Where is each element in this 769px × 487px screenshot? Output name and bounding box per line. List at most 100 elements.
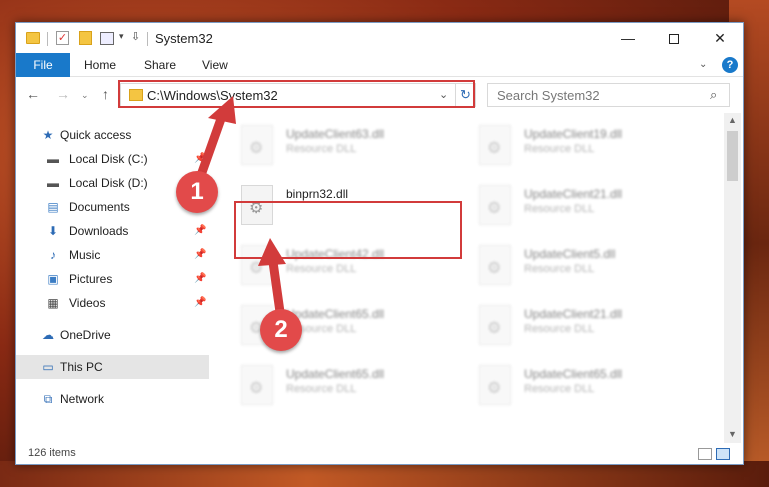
file-item[interactable]: ⚙ UpdateClient5.dll Resource DLL — [479, 241, 709, 297]
sidebar-item-local-disk-c[interactable]: ▬ Local Disk (C:) 📌 — [16, 147, 209, 171]
search-input[interactable]: Search System32 — [497, 88, 600, 103]
sidebar-item-label: Local Disk (D:) — [69, 176, 148, 190]
sidebar-item-label: This PC — [60, 360, 103, 374]
pin-icon: 📌 — [194, 249, 207, 260]
pin-icon: 📌 — [194, 225, 207, 236]
file-item[interactable]: ⚙ UpdateClient63.dll Resource DLL — [241, 121, 471, 177]
properties-icon[interactable] — [100, 32, 114, 45]
recent-locations-button[interactable]: ⌄ — [81, 90, 89, 101]
properties-check-icon[interactable]: ✓ — [56, 31, 69, 45]
file-item[interactable]: ⚙ UpdateClient65.dll Resource DLL — [479, 361, 709, 417]
sidebar-item-this-pc[interactable]: ▭ This PC — [16, 355, 209, 379]
pin-icon: 📌 — [194, 297, 207, 308]
computer-icon: ▭ — [42, 360, 54, 374]
file-item[interactable]: ⚙ UpdateClient21.dll Resource DLL — [479, 181, 709, 237]
sidebar-item-label: Quick access — [60, 128, 132, 142]
file-name: UpdateClient5.dll — [524, 247, 616, 261]
scroll-thumb[interactable] — [727, 131, 738, 181]
chevron-down-icon[interactable]: ▾ — [119, 31, 124, 47]
dll-file-icon: ⚙ — [479, 305, 511, 345]
back-button[interactable]: ← — [26, 86, 40, 102]
cloud-icon: ☁ — [42, 328, 54, 342]
gear-icon: ⚙ — [487, 380, 502, 397]
sidebar-item-pictures[interactable]: ▣ Pictures 📌 — [16, 267, 209, 291]
close-button[interactable]: ✕ — [697, 23, 743, 53]
file-name: UpdateClient65.dll — [286, 307, 385, 321]
sidebar-item-downloads[interactable]: ⬇ Downloads 📌 — [16, 219, 209, 243]
file-item[interactable]: ⚙ UpdateClient21.dll Resource DLL — [479, 301, 709, 357]
file-type: Resource DLL — [524, 383, 595, 395]
download-icon: ⬇ — [47, 224, 59, 238]
sidebar-item-quick-access[interactable]: ★ Quick access — [16, 123, 209, 147]
large-icons-view-button[interactable] — [716, 448, 730, 460]
file-name: UpdateClient21.dll — [524, 187, 623, 201]
file-item[interactable]: ⚙ UpdateClient65.dll Resource DLL — [241, 361, 471, 417]
network-icon: ⧉ — [43, 392, 53, 406]
gear-icon: ⚙ — [249, 380, 264, 397]
sidebar-item-network[interactable]: ⧉ Network — [16, 387, 209, 411]
file-type: Resource DLL — [524, 203, 595, 215]
video-icon: ▦ — [47, 296, 59, 310]
file-type: Resource DLL — [286, 263, 357, 275]
drive-icon: ▬ — [47, 176, 59, 190]
dll-file-icon: ⚙ — [479, 365, 511, 405]
tab-share[interactable]: Share — [144, 53, 176, 77]
minimize-button[interactable]: — — [605, 23, 651, 53]
gear-icon: ⚙ — [487, 140, 502, 157]
sidebar-item-music[interactable]: ♪ Music 📌 — [16, 243, 209, 267]
dll-file-icon: ⚙ — [241, 125, 273, 165]
gear-icon: ⚙ — [487, 320, 502, 337]
dll-file-icon: ⚙ — [479, 125, 511, 165]
maximize-icon — [669, 34, 679, 45]
navigation-pane: ★ Quick access ▬ Local Disk (C:) 📌 ▬ Local Dis… — [16, 113, 211, 443]
details-view-button[interactable] — [698, 448, 712, 460]
help-icon[interactable]: ? — [722, 57, 738, 73]
tab-view[interactable]: View — [202, 53, 228, 77]
search-icon: ⌕ — [710, 87, 718, 102]
gear-icon: ⚙ — [249, 140, 264, 157]
folder-icon — [26, 32, 40, 44]
sidebar-item-label: Videos — [69, 296, 106, 310]
customize-toolbar-icon[interactable]: ⇩ — [131, 30, 140, 46]
file-type: Resource DLL — [286, 383, 357, 395]
pin-icon: 📌 — [194, 273, 207, 284]
file-list: ⚙ UpdateClient63.dll Resource DLL ⚙ UpdateCl… — [219, 113, 724, 443]
gear-icon: ⚙ — [487, 260, 502, 277]
file-item[interactable]: ⚙ UpdateClient19.dll Resource DLL — [479, 121, 709, 177]
dll-file-icon: ⚙ — [479, 245, 511, 285]
file-name: UpdateClient21.dll — [524, 307, 623, 321]
new-folder-icon[interactable] — [79, 31, 92, 45]
address-highlight-box — [118, 80, 475, 108]
pin-icon: 📌 — [194, 153, 207, 164]
tab-home[interactable]: Home — [84, 53, 116, 77]
title-bar: ✓ ▾ ⇩ System32 — ✕ — [16, 23, 743, 53]
gear-icon: ⚙ — [487, 200, 502, 217]
sidebar-item-label: OneDrive — [60, 328, 111, 342]
file-name: UpdateClient65.dll — [524, 367, 623, 381]
file-type: Resource DLL — [524, 143, 595, 155]
file-name: UpdateClient63.dll — [286, 127, 385, 141]
file-type: Resource DLL — [524, 263, 595, 275]
file-highlight-box — [234, 201, 462, 259]
vertical-scrollbar[interactable]: ▲ ▼ — [724, 113, 741, 443]
maximize-button[interactable] — [651, 23, 697, 53]
tab-file[interactable]: File — [16, 53, 70, 77]
dll-file-icon: ⚙ — [241, 365, 273, 405]
ribbon-tabs: File Home Share View ⌄ ? — [16, 53, 743, 77]
search-box[interactable]: Search System32 ⌕ — [487, 83, 730, 107]
file-type: Resource DLL — [286, 143, 357, 155]
divider — [147, 32, 148, 46]
up-button[interactable]: ↑ — [102, 86, 109, 102]
sidebar-item-label: Pictures — [69, 272, 113, 286]
documents-icon: ▤ — [47, 200, 59, 214]
file-name: binprn32.dll — [286, 187, 349, 201]
sidebar-item-label: Documents — [69, 200, 130, 214]
sidebar-item-videos[interactable]: ▦ Videos 📌 — [16, 291, 209, 315]
expand-ribbon-icon[interactable]: ⌄ — [699, 59, 707, 70]
sidebar-item-onedrive[interactable]: ☁ OneDrive — [16, 323, 209, 347]
gear-icon: ⚙ — [249, 260, 264, 277]
scroll-down-icon[interactable]: ▼ — [728, 429, 737, 439]
scroll-up-icon[interactable]: ▲ — [728, 115, 737, 125]
forward-button[interactable]: → — [56, 86, 70, 102]
music-icon: ♪ — [50, 248, 56, 262]
